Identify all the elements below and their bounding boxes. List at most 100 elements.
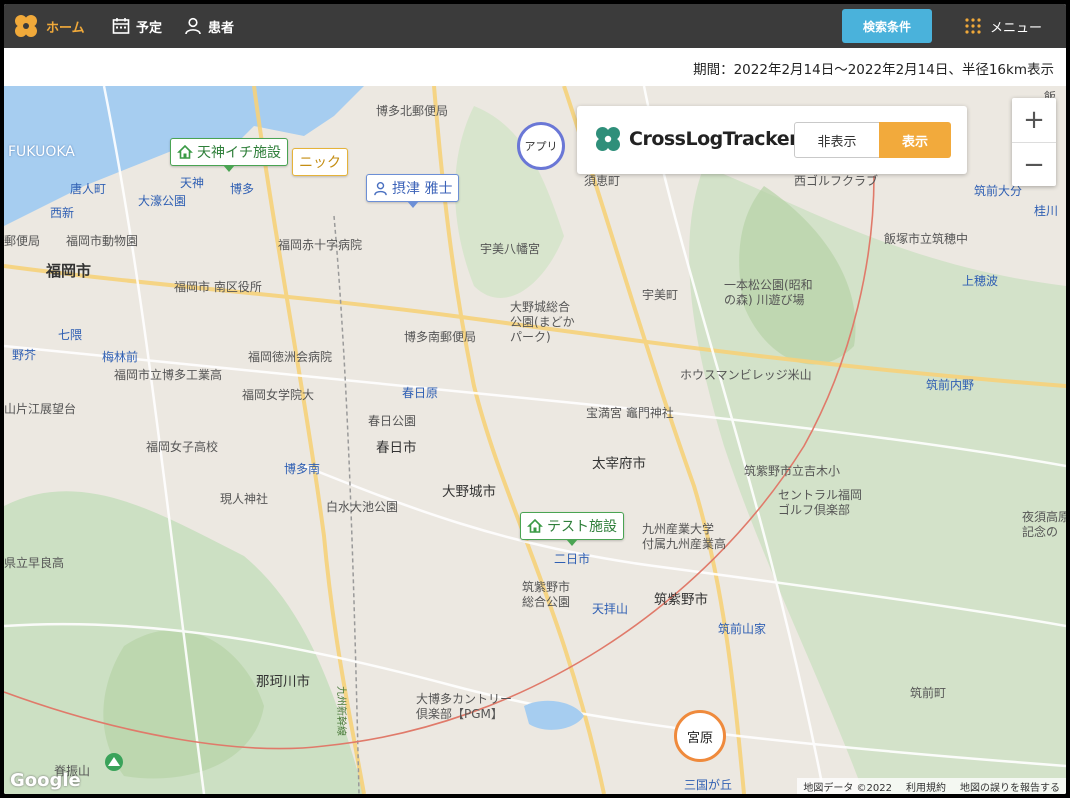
map-label: 大博多カントリー 倶楽部【PGM】 [416,692,513,721]
map-label: 春日公園 [368,414,417,428]
person-icon [374,181,387,195]
map-label: 須恵町 [584,174,621,188]
map-label: 西ゴルフクラブ [794,174,879,188]
map-label: 夜須高原 記念の [1022,510,1066,539]
map-label: 太宰府市 [592,456,646,472]
menu-label: メニュー [990,20,1043,36]
map-label: セントラル福岡 ゴルフ倶楽部 [778,488,863,517]
map-label: 九州新幹線 [335,686,346,736]
miyahara-marker-label: 宮原 [686,730,713,746]
grid-dots-icon [965,18,981,34]
map-label: 福岡女子高校 [146,440,219,454]
map-label: 天拝山 [592,602,629,616]
map-label: FUKUOKA [8,144,75,160]
home-icon [527,518,543,533]
nav-home-label: ホーム [46,20,85,36]
crosslog-tracker-panel: CrossLogTracker 非表示 表示 [577,106,967,174]
map-label: 九州産業大学 付属九州産業高 [642,522,727,551]
map-label: 筑前山家 [718,622,767,636]
hide-toggle-button[interactable]: 非表示 [794,122,880,158]
map-label: 飯塚市立筑穂中 [884,232,969,246]
map-label: 宇美町 [642,288,679,302]
map-label: 福岡赤十字病院 [278,238,363,252]
map-label: 春日原 [402,386,439,400]
miyahara-location-marker[interactable]: 宮原 [674,710,726,762]
app-location-marker[interactable]: アプリ [517,122,565,170]
map-label: 桂川 [1034,204,1059,218]
map-label: 筑紫野市 総合公園 [522,580,571,609]
clover-logo-icon [15,15,37,37]
map-label: 博多北郵便局 [376,104,449,118]
terms-link[interactable]: 利用規約 [906,779,946,794]
facility-marker-test[interactable]: テスト施設 [520,512,624,546]
period-bar: 期間：2022年2月14日〜2022年2月14日、半径16km表示 [4,48,1066,87]
zoom-out-button[interactable]: − [1012,143,1056,187]
nav-schedule-label: 予定 [136,20,163,36]
clinic-marker-label: ニック [299,155,341,171]
zoom-control: + − [1012,98,1056,186]
map-label: 筑前内野 [926,378,975,392]
zoom-in-button[interactable]: + [1012,98,1056,142]
map-data-text: 地図データ ©2022 [803,782,892,794]
map-label: 博多南 [284,462,321,476]
nav-patients-label: 患者 [208,20,235,36]
map-label: ホウスマンビレッジ米山 [680,368,812,382]
show-toggle-button[interactable]: 表示 [879,122,951,158]
report-error-link[interactable]: 地図の誤りを報告する [960,779,1060,794]
map-label: 筑紫野市 [654,592,708,608]
map-label: 山片江展望台 [4,402,77,416]
map-label: 春日市 [376,440,417,456]
search-conditions-button[interactable]: 検索条件 [842,9,932,43]
map-label: 博多 [230,182,255,196]
facility-marker-label: 天神イチ施設 [197,145,281,161]
map-label: 三国が丘 [684,778,733,792]
top-navigation-bar: ホーム 予定 患者 検索条件 メニュー [4,4,1066,48]
map-label: 筑紫野市立吉木小 [744,464,841,478]
brand-name: CrossLogTracker [629,128,798,150]
map-label: 大野城市 [442,484,496,500]
map-label: 白水大池公園 [326,500,399,514]
map-label: 七隈 [58,328,83,342]
map-label: 宇美八幡宮 [480,242,541,256]
map-label: 郵便局 [4,234,41,248]
patient-marker-label: 摂津 雅士 [392,181,453,197]
google-logo: Google [10,770,81,791]
brand-logo: CrossLogTracker [593,124,798,154]
person-icon [185,17,201,35]
map-label: 宝満宮 竈門神社 [586,406,674,420]
period-text: 期間：2022年2月14日〜2022年2月14日、半径16km表示 [693,62,1054,78]
clover-logo-icon [596,127,620,151]
map-label: 那珂川市 [256,674,310,690]
map-label: 西新 [50,206,75,220]
nav-schedule[interactable]: 予定 [112,4,162,48]
nav-home[interactable]: ホーム [12,4,85,48]
map-label: 梅林前 [102,350,139,364]
map-label: 博多南郵便局 [404,330,477,344]
app-frame: ホーム 予定 患者 検索条件 メニュー 期間：2022年2月14日〜2022年2… [4,4,1066,794]
map-attribution: 地図データ ©2022 利用規約 地図の誤りを報告する [797,778,1066,794]
map-label: 福岡徳洲会病院 [248,350,333,364]
map-label: 福岡女学院大 [242,388,315,402]
map-label: 唐人町 [70,182,107,196]
map-label: 大濠公園 [138,194,187,208]
facility-marker-label: テスト施設 [547,519,617,535]
map-label: 大野城総合 公園(まどか パーク) [510,300,575,344]
map-label: 二日市 [554,552,591,566]
map-label: 筑前町 [910,686,947,700]
map-label: 上穂波 [962,274,999,288]
calendar-icon [112,18,130,34]
map-label: 野芥 [12,348,37,362]
map-label: 県立早良高 [4,556,65,570]
map-label: 天神 [180,176,205,190]
clinic-marker[interactable]: ニック [292,148,348,176]
map-label: 福岡市立博多工業高 [114,368,223,382]
patient-marker[interactable]: 摂津 雅士 [366,174,460,208]
menu-button[interactable]: メニュー [964,4,1042,48]
map-label: 福岡市動物園 [66,234,139,248]
facility-marker-tenjin[interactable]: 天神イチ施設 [170,138,288,172]
map-view[interactable]: FUKUOKA 博多北郵便局 唐人町 西新 大濠公園 天神 博多 郵便局 福岡市… [4,86,1066,794]
map-label: 現人神社 [220,492,269,506]
nav-patients[interactable]: 患者 [184,4,234,48]
map-label: 一本松公園(昭和 の森) 川遊び場 [724,278,813,307]
map-label: 福岡市 [46,262,92,280]
